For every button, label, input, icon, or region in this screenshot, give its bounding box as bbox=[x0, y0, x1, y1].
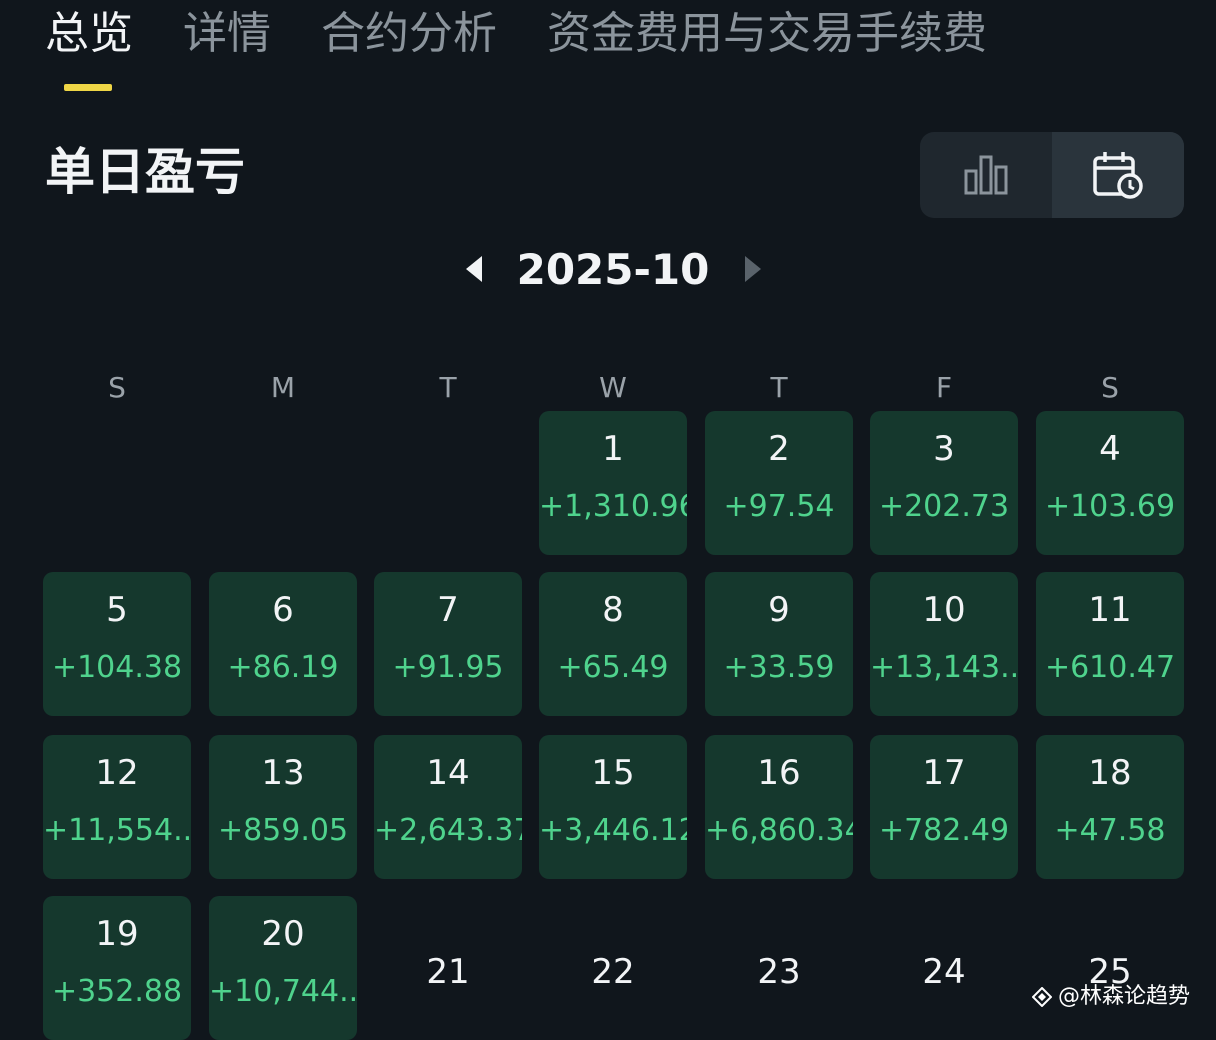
tab-details[interactable]: 详情 bbox=[183, 8, 271, 60]
day-number: 13 bbox=[261, 753, 305, 793]
day-number: 19 bbox=[95, 914, 139, 954]
calendar-day[interactable]: 14 +2,643.37 bbox=[374, 735, 522, 879]
weekday-label: W bbox=[599, 371, 627, 404]
day-pnl-value: +91.95 bbox=[392, 650, 504, 685]
day-number: 14 bbox=[426, 753, 470, 793]
bar-chart-view-button[interactable] bbox=[920, 132, 1052, 218]
weekday-label: S bbox=[1101, 371, 1119, 404]
weekday-label: T bbox=[770, 371, 788, 404]
section-title: 单日盈亏 bbox=[45, 143, 245, 201]
day-number: 5 bbox=[106, 590, 128, 630]
next-month-arrow-icon[interactable] bbox=[745, 256, 761, 282]
day-number: 24 bbox=[922, 952, 966, 992]
day-pnl-value: +104.38 bbox=[51, 650, 183, 685]
weekday-header: SMTWTFS bbox=[0, 368, 1216, 408]
diamond-logo-icon bbox=[1032, 987, 1052, 1007]
tab-contract-analysis[interactable]: 合约分析 bbox=[321, 8, 497, 60]
previous-month-arrow-icon[interactable] bbox=[466, 256, 482, 282]
calendar-icon bbox=[1093, 152, 1143, 199]
day-number: 15 bbox=[591, 753, 635, 793]
day-pnl-value: +352.88 bbox=[51, 974, 183, 1009]
view-toggle bbox=[920, 132, 1184, 218]
day-pnl-value: +103.69 bbox=[1044, 489, 1176, 524]
bar-chart-icon bbox=[964, 155, 1008, 195]
calendar-view-button[interactable] bbox=[1052, 132, 1184, 218]
month-navigator: 2025-10 bbox=[0, 242, 1216, 298]
watermark-text: @林森论趋势 bbox=[1058, 984, 1191, 1009]
calendar-day[interactable]: 11 +610.47 bbox=[1036, 572, 1184, 716]
calendar-day[interactable]: 7 +91.95 bbox=[374, 572, 522, 716]
month-label: 2025-10 bbox=[516, 245, 710, 294]
calendar-day[interactable]: 2 +97.54 bbox=[705, 411, 853, 555]
weekday-label: M bbox=[270, 371, 296, 404]
day-pnl-value: +11,554... bbox=[43, 813, 191, 848]
calendar-day[interactable]: 25 bbox=[1036, 896, 1184, 1040]
calendar-day[interactable]: 3 +202.73 bbox=[870, 411, 1018, 555]
day-number: 1 bbox=[602, 429, 624, 469]
day-number: 18 bbox=[1088, 753, 1132, 793]
calendar-day[interactable]: 20 +10,744... bbox=[209, 896, 357, 1040]
day-number: 23 bbox=[757, 952, 801, 992]
calendar-day[interactable]: 24 bbox=[870, 896, 1018, 1040]
day-number: 2 bbox=[768, 429, 790, 469]
day-number: 22 bbox=[591, 952, 635, 992]
day-number: 16 bbox=[757, 753, 801, 793]
day-number: 7 bbox=[437, 590, 459, 630]
day-number: 3 bbox=[933, 429, 955, 469]
day-pnl-value: +2,643.37 bbox=[374, 813, 522, 848]
day-number: 20 bbox=[261, 914, 305, 954]
day-pnl-value: +1,310.96 bbox=[539, 489, 687, 524]
tab-funding-fees[interactable]: 资金费用与交易手续费 bbox=[547, 8, 987, 60]
calendar-day[interactable]: 5 +104.38 bbox=[43, 572, 191, 716]
day-pnl-value: +610.47 bbox=[1044, 650, 1176, 685]
day-pnl-value: +859.05 bbox=[217, 813, 349, 848]
day-number: 17 bbox=[922, 753, 966, 793]
weekday-label: T bbox=[439, 371, 457, 404]
calendar-day[interactable]: 10 +13,143... bbox=[870, 572, 1018, 716]
calendar-day[interactable]: 16 +6,860.34 bbox=[705, 735, 853, 879]
day-pnl-value: +13,143... bbox=[870, 650, 1018, 685]
day-pnl-value: +3,446.12 bbox=[539, 813, 687, 848]
calendar-day[interactable]: 8 +65.49 bbox=[539, 572, 687, 716]
active-tab-indicator bbox=[64, 84, 112, 91]
calendar-day[interactable]: 18 +47.58 bbox=[1036, 735, 1184, 879]
day-number: 6 bbox=[272, 590, 294, 630]
day-number: 21 bbox=[426, 952, 470, 992]
day-pnl-value: +33.59 bbox=[723, 650, 835, 685]
calendar-day[interactable]: 19 +352.88 bbox=[43, 896, 191, 1040]
weekday-label: F bbox=[935, 371, 953, 404]
calendar-day[interactable]: 6 +86.19 bbox=[209, 572, 357, 716]
day-pnl-value: +202.73 bbox=[878, 489, 1010, 524]
calendar-day[interactable]: 13 +859.05 bbox=[209, 735, 357, 879]
day-number: 4 bbox=[1099, 429, 1121, 469]
calendar-day[interactable]: 22 bbox=[539, 896, 687, 1040]
day-number: 10 bbox=[922, 590, 966, 630]
weekday-label: S bbox=[108, 371, 126, 404]
watermark: @林森论趋势 bbox=[1032, 982, 1190, 1012]
calendar-day[interactable]: 21 bbox=[374, 896, 522, 1040]
calendar-day[interactable]: 23 bbox=[705, 896, 853, 1040]
calendar-day[interactable]: 9 +33.59 bbox=[705, 572, 853, 716]
day-pnl-value: +10,744... bbox=[209, 974, 357, 1009]
day-pnl-value: +97.54 bbox=[723, 489, 835, 524]
tab-overview[interactable]: 总览 bbox=[45, 8, 133, 60]
calendar-day[interactable]: 12 +11,554... bbox=[43, 735, 191, 879]
day-pnl-value: +86.19 bbox=[227, 650, 339, 685]
day-pnl-value: +782.49 bbox=[878, 813, 1010, 848]
day-pnl-value: +6,860.34 bbox=[705, 813, 853, 848]
day-pnl-value: +65.49 bbox=[557, 650, 669, 685]
calendar-day[interactable]: 15 +3,446.12 bbox=[539, 735, 687, 879]
day-number: 12 bbox=[95, 753, 139, 793]
day-number: 9 bbox=[768, 590, 790, 630]
day-number: 8 bbox=[602, 590, 624, 630]
day-number: 11 bbox=[1088, 590, 1132, 630]
calendar-day[interactable]: 1 +1,310.96 bbox=[539, 411, 687, 555]
calendar-day[interactable]: 17 +782.49 bbox=[870, 735, 1018, 879]
tab-bar: 总览 详情 合约分析 资金费用与交易手续费 bbox=[45, 8, 987, 60]
day-pnl-value: +47.58 bbox=[1054, 813, 1166, 848]
calendar-day[interactable]: 4 +103.69 bbox=[1036, 411, 1184, 555]
